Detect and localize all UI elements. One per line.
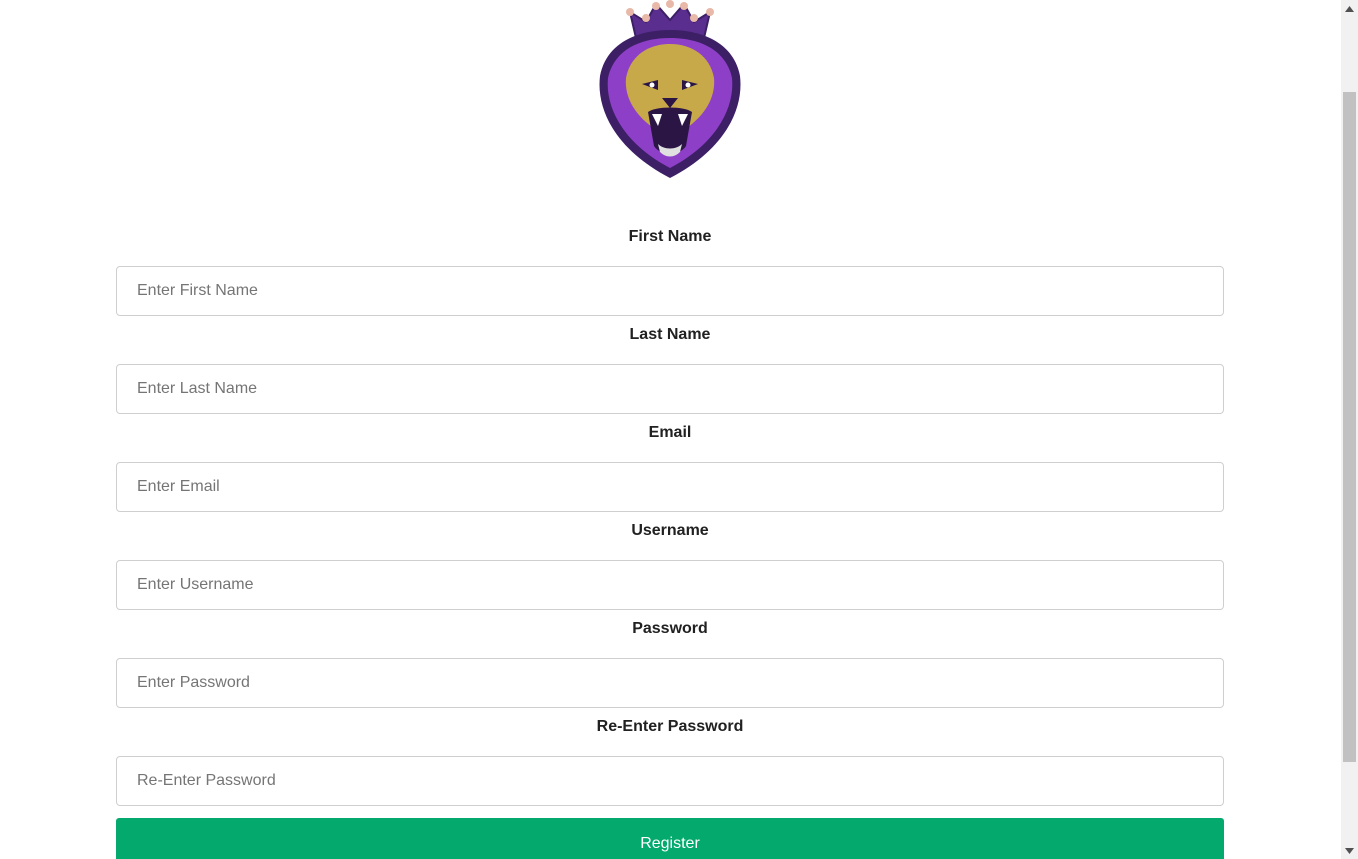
lion-crown-logo-icon — [596, 0, 744, 180]
register-button[interactable]: Register — [116, 818, 1224, 859]
username-input[interactable] — [116, 560, 1224, 610]
first-name-label: First Name — [628, 228, 712, 245]
email-input[interactable] — [116, 462, 1224, 512]
vertical-scrollbar[interactable] — [1341, 0, 1358, 859]
password-label: Password — [632, 620, 708, 637]
registration-form: First Name Last Name Email Username Pass… — [116, 222, 1224, 859]
password-input[interactable] — [116, 658, 1224, 708]
first-name-input[interactable] — [116, 266, 1224, 316]
scroll-down-arrow-icon[interactable] — [1341, 842, 1358, 859]
page-viewport: First Name Last Name Email Username Pass… — [0, 0, 1341, 859]
last-name-label: Last Name — [629, 326, 711, 343]
re-enter-password-label: Re-Enter Password — [596, 718, 744, 735]
last-name-input[interactable] — [116, 364, 1224, 414]
scroll-up-arrow-icon[interactable] — [1341, 0, 1358, 17]
username-label: Username — [631, 522, 709, 539]
re-enter-password-input[interactable] — [116, 756, 1224, 806]
scrollbar-thumb[interactable] — [1343, 92, 1356, 762]
email-label: Email — [648, 424, 692, 441]
